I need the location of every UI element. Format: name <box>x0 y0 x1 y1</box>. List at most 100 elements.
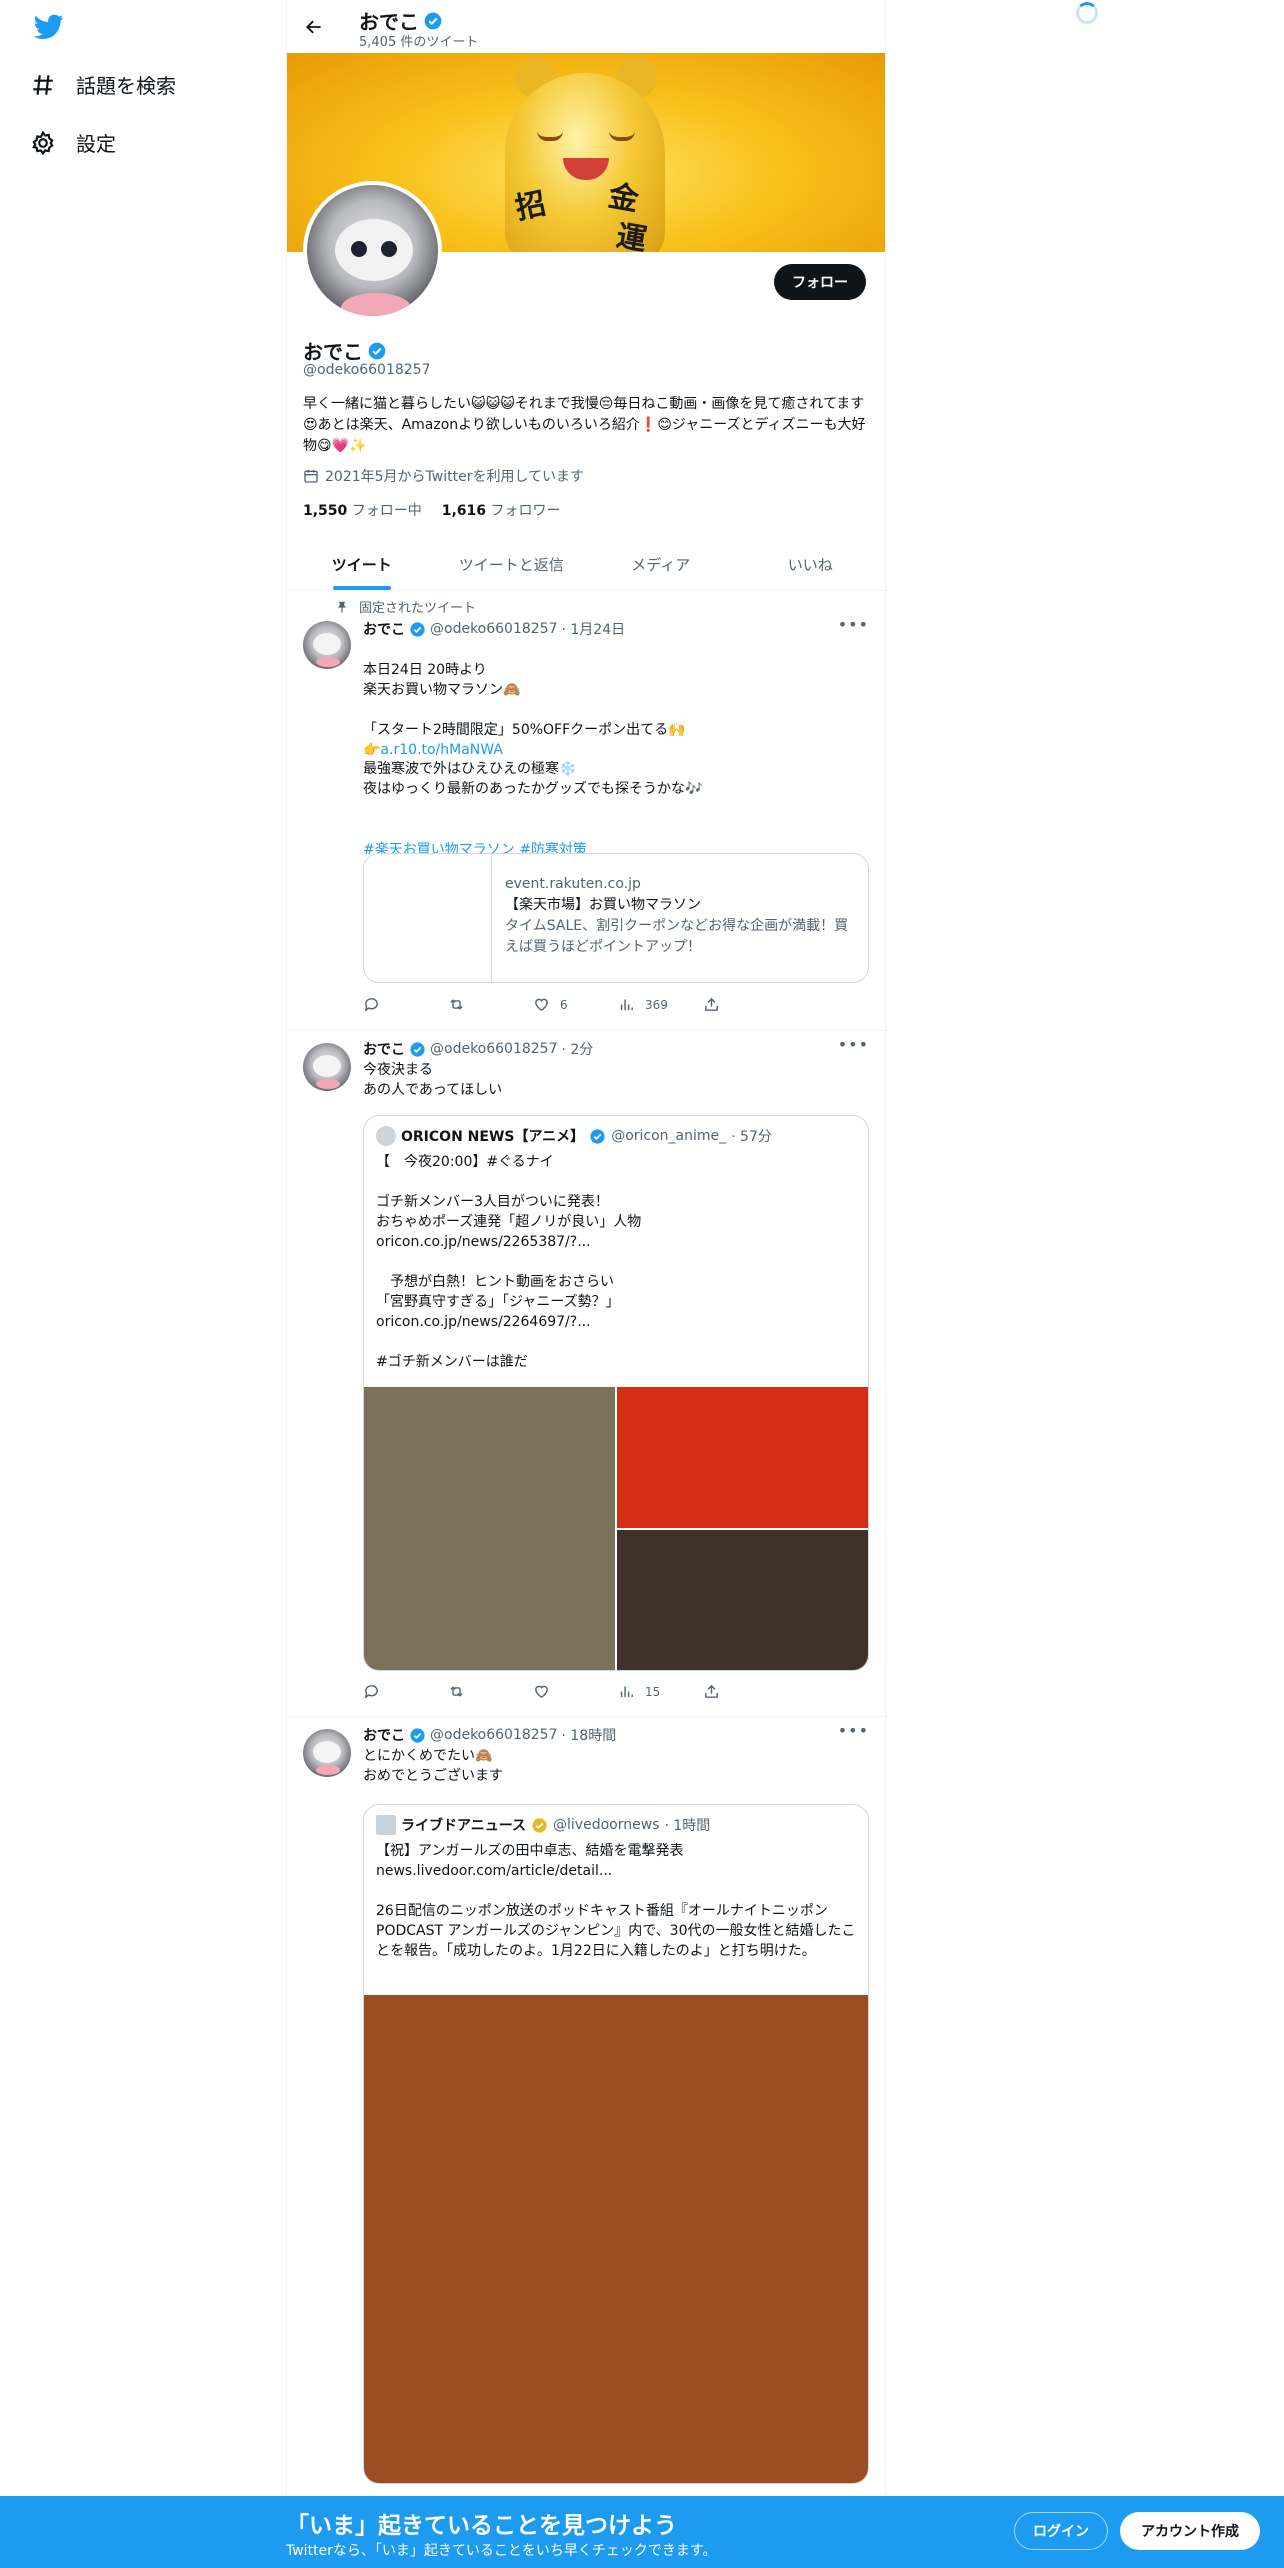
reply-button[interactable] <box>363 996 443 1013</box>
retweet-button[interactable] <box>448 1683 528 1700</box>
quote-author-handle: @oricon_anime_ <box>611 1128 727 1144</box>
verified-icon <box>368 342 386 359</box>
quote-time: · 1時間 <box>664 1818 711 1834</box>
reply-button[interactable] <box>363 1683 443 1700</box>
views-button[interactable]: 369 <box>618 996 698 1013</box>
tweet-text: 本日24日 20時より 楽天お買い物マラソン🙈 「スタート2時間限定」50%OF… <box>363 640 869 760</box>
banner-char: 運 <box>613 218 650 252</box>
retweet-button[interactable] <box>448 996 528 1013</box>
tweet-author-handle[interactable]: @odeko66018257 <box>430 1727 558 1743</box>
follow-button[interactable]: フォロー <box>774 264 866 300</box>
quote-header: ORICON NEWS【アニメ】 @oricon_anime_ · 57分 <box>376 1126 772 1146</box>
tweet-author-name[interactable]: おでこ <box>363 1725 405 1745</box>
quote-tweet[interactable]: ORICON NEWS【アニメ】 @oricon_anime_ · 57分 【 … <box>363 1115 869 1671</box>
tweet-link[interactable]: a.r10.to/hMaNWA <box>380 742 502 758</box>
link-card-thumbnail <box>364 854 492 982</box>
loading-spinner-icon <box>1076 2 1098 24</box>
avatar-cat-face <box>335 219 413 281</box>
retweet-icon <box>450 999 463 1010</box>
tweet[interactable]: おでこ @odeko66018257 · 2分 ••• 今夜決まる あの人であっ… <box>287 1031 885 1717</box>
tab-tweets[interactable]: ツイート <box>287 538 437 590</box>
quote-text: 【 今夜20:00】#ぐるナイ ゴチ新メンバー3人目がついに発表！ おちゃめポー… <box>376 1154 642 1370</box>
nav-settings[interactable]: 設定 <box>30 128 116 157</box>
quote-media-image[interactable] <box>364 1387 615 1670</box>
view-count: 15 <box>645 1684 661 1699</box>
verified-icon <box>410 1041 425 1057</box>
tweet-time[interactable]: · 2分 <box>562 1039 594 1059</box>
avatar-cat-eye <box>381 241 397 257</box>
views-button[interactable]: 15 <box>618 1683 698 1700</box>
followers-count: 1,616 <box>441 503 487 519</box>
more-icon[interactable]: ••• <box>838 1721 869 1740</box>
tab-likes[interactable]: いいね <box>736 538 886 590</box>
back-arrow-icon <box>306 20 321 34</box>
tweet-text: とにかくめでたい🙈 おめでとうございます <box>363 1748 503 1784</box>
back-button[interactable] <box>299 12 329 42</box>
share-button[interactable] <box>703 996 783 1013</box>
tab-tweets-replies[interactable]: ツイートと返信 <box>437 538 587 590</box>
share-icon <box>705 997 718 1011</box>
profile-bio: 早く一緒に猫と暮らしたい😺😺😺それまで我慢😔毎日ねこ動画・画像を見て癒されてます… <box>303 396 866 454</box>
profile-name-row: おでこ <box>303 336 387 365</box>
following-link[interactable]: 1,550 フォロー中 <box>303 500 422 520</box>
tweet-avatar[interactable] <box>303 1043 351 1091</box>
quote-tweet[interactable]: ライブドアニュース @livedoornews · 1時間 【祝】アンガールズの… <box>363 1804 869 2484</box>
profile-tabs: ツイート ツイートと返信 メディア いいね <box>287 538 885 591</box>
tweet-avatar[interactable] <box>303 1729 351 1777</box>
more-icon[interactable]: ••• <box>838 1035 869 1054</box>
login-button[interactable]: ログイン <box>1014 2512 1108 2550</box>
tab-media[interactable]: メディア <box>586 538 736 590</box>
like-icon <box>535 1685 548 1699</box>
hashtag-icon <box>33 74 53 95</box>
twitter-logo[interactable] <box>34 14 64 40</box>
like-button[interactable]: 6 <box>533 996 613 1013</box>
tweet-time[interactable]: · 1月24日 <box>562 619 626 639</box>
quote-time: · 57分 <box>731 1129 772 1145</box>
profile-stats: 1,550 フォロー中 1,616 フォロワー <box>303 500 561 520</box>
tweet-actions: 15 <box>363 1683 783 1700</box>
verified-icon <box>424 12 442 29</box>
tweet-text-lower: 最強寒波で外はひえひえの極寒❄️ 夜はゆっくり最新のあったかグッズでも探そうかな… <box>363 761 703 797</box>
nav-explore[interactable]: 話題を検索 <box>30 70 176 99</box>
nav-settings-label: 設定 <box>76 132 116 156</box>
verified-gold-icon <box>532 1817 547 1833</box>
quote-media-image[interactable] <box>617 1530 868 1670</box>
quote-header: ライブドアニュース @livedoornews · 1時間 <box>376 1815 710 1835</box>
pinned-label: 固定されたツイート <box>359 601 477 616</box>
quote-author-name: ライブドアニュース <box>401 1818 527 1834</box>
share-button[interactable] <box>703 1683 783 1700</box>
quote-avatar <box>376 1815 396 1835</box>
avatar-cat-eye <box>351 241 367 257</box>
tweet-author-handle[interactable]: @odeko66018257 <box>430 621 558 637</box>
calendar-icon <box>304 470 318 483</box>
view-count: 369 <box>645 997 668 1012</box>
verified-icon <box>410 621 425 637</box>
views-icon <box>620 1686 633 1698</box>
followers-link[interactable]: 1,616 フォロワー <box>442 500 561 520</box>
reply-icon <box>364 998 378 1012</box>
profile-avatar[interactable] <box>303 181 442 320</box>
profile-handle: @odeko66018257 <box>303 362 431 378</box>
like-icon <box>535 998 548 1012</box>
quote-author-name: ORICON NEWS【アニメ】 <box>401 1129 585 1145</box>
tweet-author-name[interactable]: おでこ <box>363 1039 405 1059</box>
like-button[interactable] <box>533 1683 613 1700</box>
tweet[interactable]: おでこ @odeko66018257 · 18時間 ••• とにかくめでたい🙈 … <box>287 1717 885 2496</box>
tweet-author-name[interactable]: おでこ <box>363 619 405 639</box>
quote-media-image[interactable] <box>617 1387 868 1528</box>
profile-joined-text: 2021年5月からTwitterを利用しています <box>325 469 585 485</box>
quote-avatar <box>376 1126 396 1146</box>
quote-media-image[interactable] <box>364 1995 868 2483</box>
quote-author-handle: @livedoornews <box>553 1817 660 1833</box>
tweet-avatar[interactable] <box>303 621 351 669</box>
pinned-indicator: 固定されたツイート <box>335 597 476 616</box>
tweet[interactable]: 固定されたツイート おでこ @odeko66018257 · 1月24日 •••… <box>287 591 885 1031</box>
signup-button[interactable]: アカウント作成 <box>1120 2512 1260 2550</box>
following-label: フォロー中 <box>351 503 422 519</box>
link-card[interactable]: event.rakuten.co.jp 【楽天市場】お買い物マラソン タイムSA… <box>363 853 869 983</box>
profile-header-bar: おでこ 5,405 件のツイート <box>287 0 885 53</box>
more-icon[interactable]: ••• <box>838 615 869 634</box>
tweet-header: おでこ @odeko66018257 · 1月24日 <box>363 619 625 639</box>
tweet-time[interactable]: · 18時間 <box>562 1725 617 1745</box>
tweet-author-handle[interactable]: @odeko66018257 <box>430 1041 558 1057</box>
